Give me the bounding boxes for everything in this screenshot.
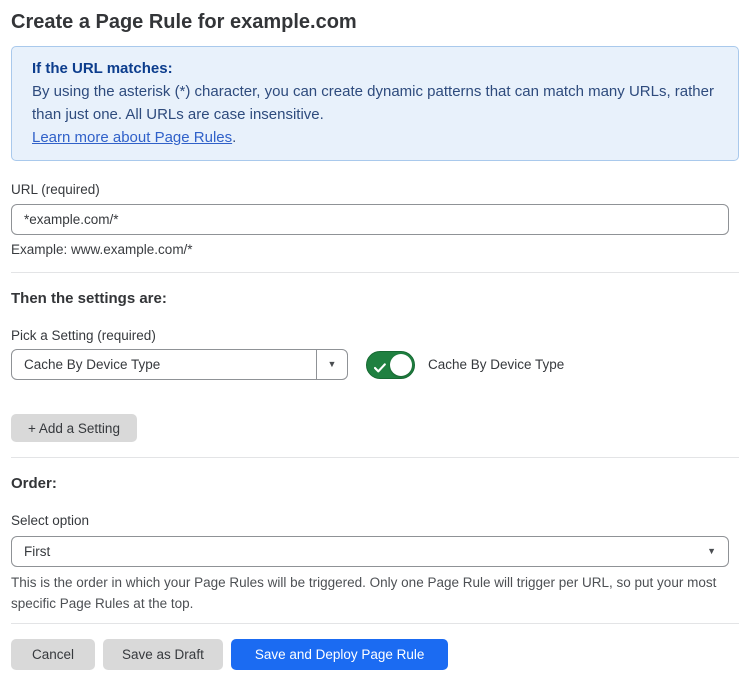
url-field-helper: Example: www.example.com/* — [11, 242, 739, 257]
order-section-heading: Order: — [11, 475, 739, 492]
setting-toggle[interactable] — [366, 351, 415, 379]
setting-dropdown[interactable]: Cache By Device Type ▼ — [11, 349, 348, 380]
divider — [11, 457, 739, 458]
settings-section-heading: Then the settings are: — [11, 290, 739, 307]
toggle-label: Cache By Device Type — [428, 357, 564, 372]
order-select-label: Select option — [11, 513, 739, 528]
info-box-body: By using the asterisk (*) character, you… — [32, 80, 718, 126]
pick-setting-label: Pick a Setting (required) — [11, 328, 739, 343]
add-setting-button[interactable]: + Add a Setting — [11, 414, 137, 442]
order-dropdown-arrow: ▼ — [707, 537, 728, 566]
info-box-heading: If the URL matches: — [32, 57, 718, 80]
chevron-down-icon: ▼ — [328, 360, 337, 369]
learn-more-link[interactable]: Learn more about Page Rules — [32, 129, 232, 146]
setting-dropdown-arrow-button[interactable]: ▼ — [316, 350, 347, 379]
chevron-down-icon: ▼ — [707, 547, 716, 556]
check-icon — [374, 360, 386, 378]
setting-row: Cache By Device Type ▼ Cache By Device T… — [11, 349, 739, 380]
url-match-info-box: If the URL matches: By using the asteris… — [11, 46, 739, 161]
toggle-knob — [390, 354, 412, 376]
setting-dropdown-value: Cache By Device Type — [12, 350, 316, 379]
page-title: Create a Page Rule for example.com — [11, 8, 739, 36]
order-dropdown[interactable]: First ▼ — [11, 536, 729, 567]
footer-actions: Cancel Save as Draft Save and Deploy Pag… — [11, 639, 739, 670]
save-and-deploy-button[interactable]: Save and Deploy Page Rule — [231, 639, 449, 670]
page-rule-form: Create a Page Rule for example.com If th… — [0, 0, 750, 670]
save-as-draft-button[interactable]: Save as Draft — [103, 639, 223, 670]
url-input[interactable] — [11, 204, 729, 235]
link-suffix: . — [232, 129, 236, 146]
divider — [11, 272, 739, 273]
info-link-line: Learn more about Page Rules. — [32, 126, 718, 149]
url-field-label: URL (required) — [11, 182, 739, 197]
order-helper-text: This is the order in which your Page Rul… — [11, 572, 729, 614]
divider — [11, 623, 739, 624]
cancel-button[interactable]: Cancel — [11, 639, 95, 670]
order-dropdown-value: First — [12, 537, 707, 566]
